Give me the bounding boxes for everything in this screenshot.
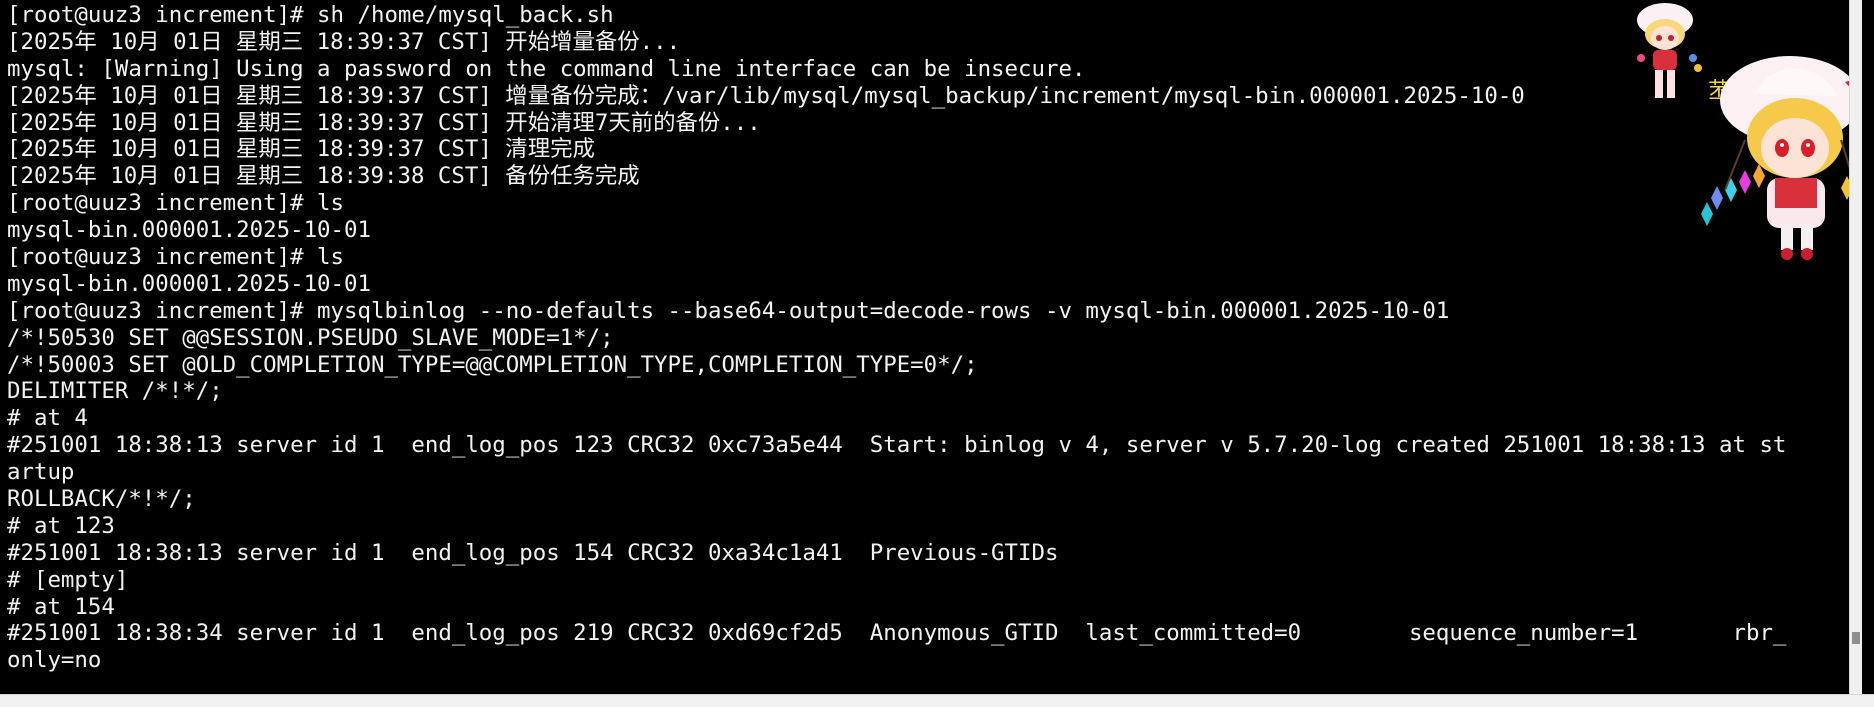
- terminal-line: # [empty]: [7, 566, 129, 593]
- small-chibi-figure: [1637, 3, 1702, 98]
- terminal-line: [2025年 10月 01日 星期三 18:39:38 CST] 备份任务完成: [7, 163, 640, 190]
- terminal-line: # at 123: [7, 512, 115, 539]
- terminal-line: mysql-bin.000001.2025-10-01: [7, 270, 371, 297]
- terminal-line: #251001 18:38:13 server id 1 end_log_pos…: [7, 432, 1787, 459]
- terminal-line: artup: [7, 459, 75, 486]
- large-chibi-figure: [1701, 56, 1862, 260]
- terminal-line: [root@uuz3 increment]# ls: [7, 190, 345, 217]
- terminal-output: [root@uuz3 increment]# sh /home/mysql_ba…: [7, 2, 1786, 674]
- terminal-line: #251001 18:38:13 server id 1 end_log_pos…: [7, 539, 1059, 566]
- terminal-line: # at 154: [7, 593, 115, 620]
- horizontal-scrollbar[interactable]: [0, 694, 1874, 707]
- terminal-line: [2025年 10月 01日 星期三 18:39:37 CST] 开始清理7天前…: [7, 109, 761, 136]
- mascot-sticker-icon: 苤: [1637, 3, 1862, 260]
- terminal-line: #251001 18:38:34 server id 1 end_log_pos…: [7, 620, 1787, 647]
- vertical-scrollbar[interactable]: [1849, 0, 1862, 694]
- terminal-line: only=no: [7, 647, 102, 674]
- terminal-line: [2025年 10月 01日 星期三 18:39:37 CST] 增量备份完成：…: [7, 82, 1525, 109]
- terminal-line: DELIMITER /*!*/;: [7, 378, 223, 405]
- terminal-line: /*!50530 SET @@SESSION.PSEUDO_SLAVE_MODE…: [7, 324, 614, 351]
- terminal-window[interactable]: [root@uuz3 increment]# sh /home/mysql_ba…: [0, 0, 1862, 694]
- terminal-line: mysql: [Warning] Using a password on the…: [7, 55, 1086, 82]
- terminal-line: [2025年 10月 01日 星期三 18:39:37 CST] 清理完成: [7, 136, 595, 163]
- terminal-line: ROLLBACK/*!*/;: [7, 486, 196, 513]
- terminal-line: mysql-bin.000001.2025-10-01: [7, 217, 371, 244]
- terminal-line: /*!50003 SET @OLD_COMPLETION_TYPE=@@COMP…: [7, 351, 978, 378]
- terminal-line: [root@uuz3 increment]# ls: [7, 244, 345, 271]
- terminal-line: # at 4: [7, 405, 88, 432]
- terminal-line: [root@uuz3 increment]# sh /home/mysql_ba…: [7, 2, 614, 28]
- terminal-line: [root@uuz3 increment]# mysqlbinlog --no-…: [7, 297, 1450, 324]
- terminal-line: [2025年 10月 01日 星期三 18:39:37 CST] 开始增量备份.…: [7, 28, 681, 55]
- scrollbar-thumb[interactable]: [1852, 632, 1860, 644]
